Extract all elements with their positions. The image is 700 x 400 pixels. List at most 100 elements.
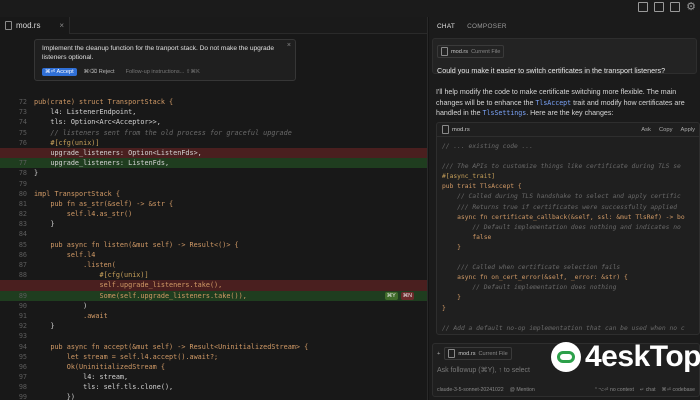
code-line[interactable]: 94 pub async fn accept(&mut self) -> Res… <box>0 342 427 352</box>
chat-button[interactable]: ↵ chat <box>640 387 656 393</box>
code-line[interactable]: 73 l4: ListenerEndpoint, <box>0 107 427 117</box>
diff-actions: ⌘Y ⌘N <box>384 291 414 300</box>
prompt-text[interactable]: Implement the cleanup function for the t… <box>42 44 287 62</box>
code-text: upgrade_listeners: ListenFds, <box>34 159 170 168</box>
toggle-panel-icon[interactable] <box>654 2 664 12</box>
context-chip[interactable]: mod.rs Current File <box>437 45 505 58</box>
line-number: 97 <box>18 373 27 382</box>
deleted-code-line[interactable]: upgrade_listeners: Option<ListenFds>, <box>0 147 427 159</box>
title-bar: ⚙ <box>0 0 700 17</box>
code-line[interactable]: 99 }) <box>0 392 427 400</box>
code-block-line: false <box>442 233 492 241</box>
chat-tabs: CHAT COMPOSER <box>429 17 700 35</box>
added-code-line[interactable]: 89 Some(self.upgrade_listeners.take()), ⌘… <box>0 290 427 301</box>
ai-text-3: . Here are the key changes: <box>526 109 614 118</box>
mention-button[interactable]: @ Mention <box>510 387 535 393</box>
line-number: 96 <box>18 362 27 371</box>
context-chip[interactable]: mod.rs Current File <box>444 347 512 360</box>
line-number: 98 <box>18 383 27 392</box>
code-line[interactable]: 98 tls: self.tls.clone(), <box>0 382 427 392</box>
code-block-line: // ... existing code ... <box>442 143 533 150</box>
code-text: self.upgrade_listeners.take(), <box>34 281 223 290</box>
line-number: 85 <box>18 240 27 249</box>
code-line[interactable]: 91 .await <box>0 311 427 321</box>
code-text: .listen( <box>34 261 116 269</box>
code-line[interactable]: 87 .listen( <box>0 260 427 270</box>
ask-button[interactable]: Ask <box>641 127 651 133</box>
line-number: 88 <box>18 271 27 280</box>
added-code-line[interactable]: 77 upgrade_listeners: ListenFds, <box>0 158 427 169</box>
line-number: 86 <box>18 250 27 259</box>
code-line[interactable]: 90 ) <box>0 301 427 311</box>
code-line[interactable]: 83 } <box>0 219 427 229</box>
model-selector[interactable]: claude-3-5-sonnet-20241022 <box>437 387 504 393</box>
code-line[interactable]: 84 <box>0 229 427 239</box>
line-number: 83 <box>18 220 27 229</box>
code-block-line: // Default implementation does nothing <box>442 284 617 292</box>
code-text: pub async fn accept(&mut self) -> Result… <box>34 342 309 351</box>
code-line[interactable]: 75 // listeners sent from the old proces… <box>0 128 427 138</box>
chip-file: mod.rs <box>458 350 476 357</box>
close-icon[interactable]: × <box>287 42 291 49</box>
line-number: 91 <box>18 311 27 320</box>
code-line[interactable]: 79 <box>0 179 427 189</box>
add-context-icon[interactable]: + <box>437 351 440 357</box>
copy-button[interactable]: Copy <box>659 127 673 133</box>
code-line[interactable]: 81 pub fn as_str(&self) -> &str { <box>0 199 427 209</box>
code-text: pub async fn listen(&mut self) -> Result… <box>34 240 239 249</box>
tab-mod-rs[interactable]: mod.rs × <box>0 17 70 34</box>
code-ref-tlsaccept[interactable]: TlsAccept <box>535 99 571 107</box>
accept-diff-button[interactable]: ⌘Y <box>384 291 398 300</box>
code-line[interactable]: 80 impl TransportStack { <box>0 189 427 199</box>
code-line[interactable]: 78} <box>0 168 427 178</box>
code-line[interactable]: 85 pub async fn listen(&mut self) -> Res… <box>0 240 427 250</box>
code-line[interactable]: 76 #[cfg(unix)] <box>0 138 427 148</box>
line-number: 77 <box>18 159 27 168</box>
file-icon <box>448 349 456 358</box>
line-number: 93 <box>18 332 27 341</box>
toggle-chat-icon[interactable] <box>670 2 680 12</box>
code-line[interactable]: 96 Ok(UninitializedStream { <box>0 362 427 372</box>
gear-icon[interactable]: ⚙ <box>686 2 696 13</box>
code-line[interactable]: 88 #[cfg(unix)] <box>0 270 427 280</box>
code-block-line: } <box>442 243 461 251</box>
line-number: 78 <box>18 169 27 178</box>
code-line[interactable]: 74 tls: Option<Arc<Acceptor>>, <box>0 117 427 127</box>
code-text: self.l4.as_str() <box>34 210 133 219</box>
line-number: 76 <box>18 138 27 147</box>
followup-input[interactable]: Follow-up instructions... ⇧⌘K <box>126 69 200 75</box>
line-number: 81 <box>18 199 27 208</box>
code-editor: mod.rs × Implement the cleanup function … <box>0 17 428 400</box>
assistant-message: I'll help modify the code to make certif… <box>436 87 693 119</box>
code-text: }) <box>34 393 75 400</box>
code-ref-tlssettings[interactable]: TlsSettings <box>483 109 527 117</box>
close-icon[interactable]: × <box>59 21 64 30</box>
apply-button[interactable]: Apply <box>680 127 695 133</box>
code-line[interactable]: 86 self.l4 <box>0 250 427 260</box>
toggle-sidebar-icon[interactable] <box>638 2 648 12</box>
deleted-code-line[interactable]: self.upgrade_listeners.take(), <box>0 280 427 291</box>
reject-button[interactable]: ⌘⌫ Reject <box>82 68 117 76</box>
code-line[interactable]: 93 <box>0 331 427 341</box>
code-text: l4: stream, <box>34 373 129 382</box>
line-number: 80 <box>18 189 27 198</box>
codebase-button[interactable]: ⌘⏎ codebase <box>662 387 695 393</box>
code-block-line: } <box>442 304 446 312</box>
tab-chat[interactable]: CHAT <box>437 23 455 30</box>
tab-composer[interactable]: COMPOSER <box>467 23 507 30</box>
code-line[interactable]: 82 self.l4.as_str() <box>0 209 427 219</box>
code-text: Ok(UninitializedStream { <box>34 362 165 371</box>
code-line[interactable]: 95 let stream = self.l4.accept().await?; <box>0 352 427 362</box>
code-line[interactable]: 92 } <box>0 321 427 331</box>
code-text: // listeners sent from the old process f… <box>34 128 292 137</box>
code-line[interactable]: 97 l4: stream, <box>0 372 427 382</box>
code-line[interactable]: 72 pub(crate) struct TransportStack { <box>0 97 427 107</box>
reject-diff-button[interactable]: ⌘N <box>400 291 414 300</box>
code-lines: 72 pub(crate) struct TransportStack {73 l… <box>0 97 427 400</box>
send-options: ⌃⌥⏎ no context ↵ chat ⌘⏎ codebase <box>594 387 695 393</box>
no-context-button[interactable]: ⌃⌥⏎ no context <box>594 387 634 393</box>
tab-label: mod.rs <box>16 21 41 30</box>
code-block-lines: // ... existing code ... /// The APIs to … <box>437 137 699 334</box>
accept-button[interactable]: ⌘⏎ Accept <box>42 68 77 76</box>
line-number: 84 <box>18 230 27 239</box>
